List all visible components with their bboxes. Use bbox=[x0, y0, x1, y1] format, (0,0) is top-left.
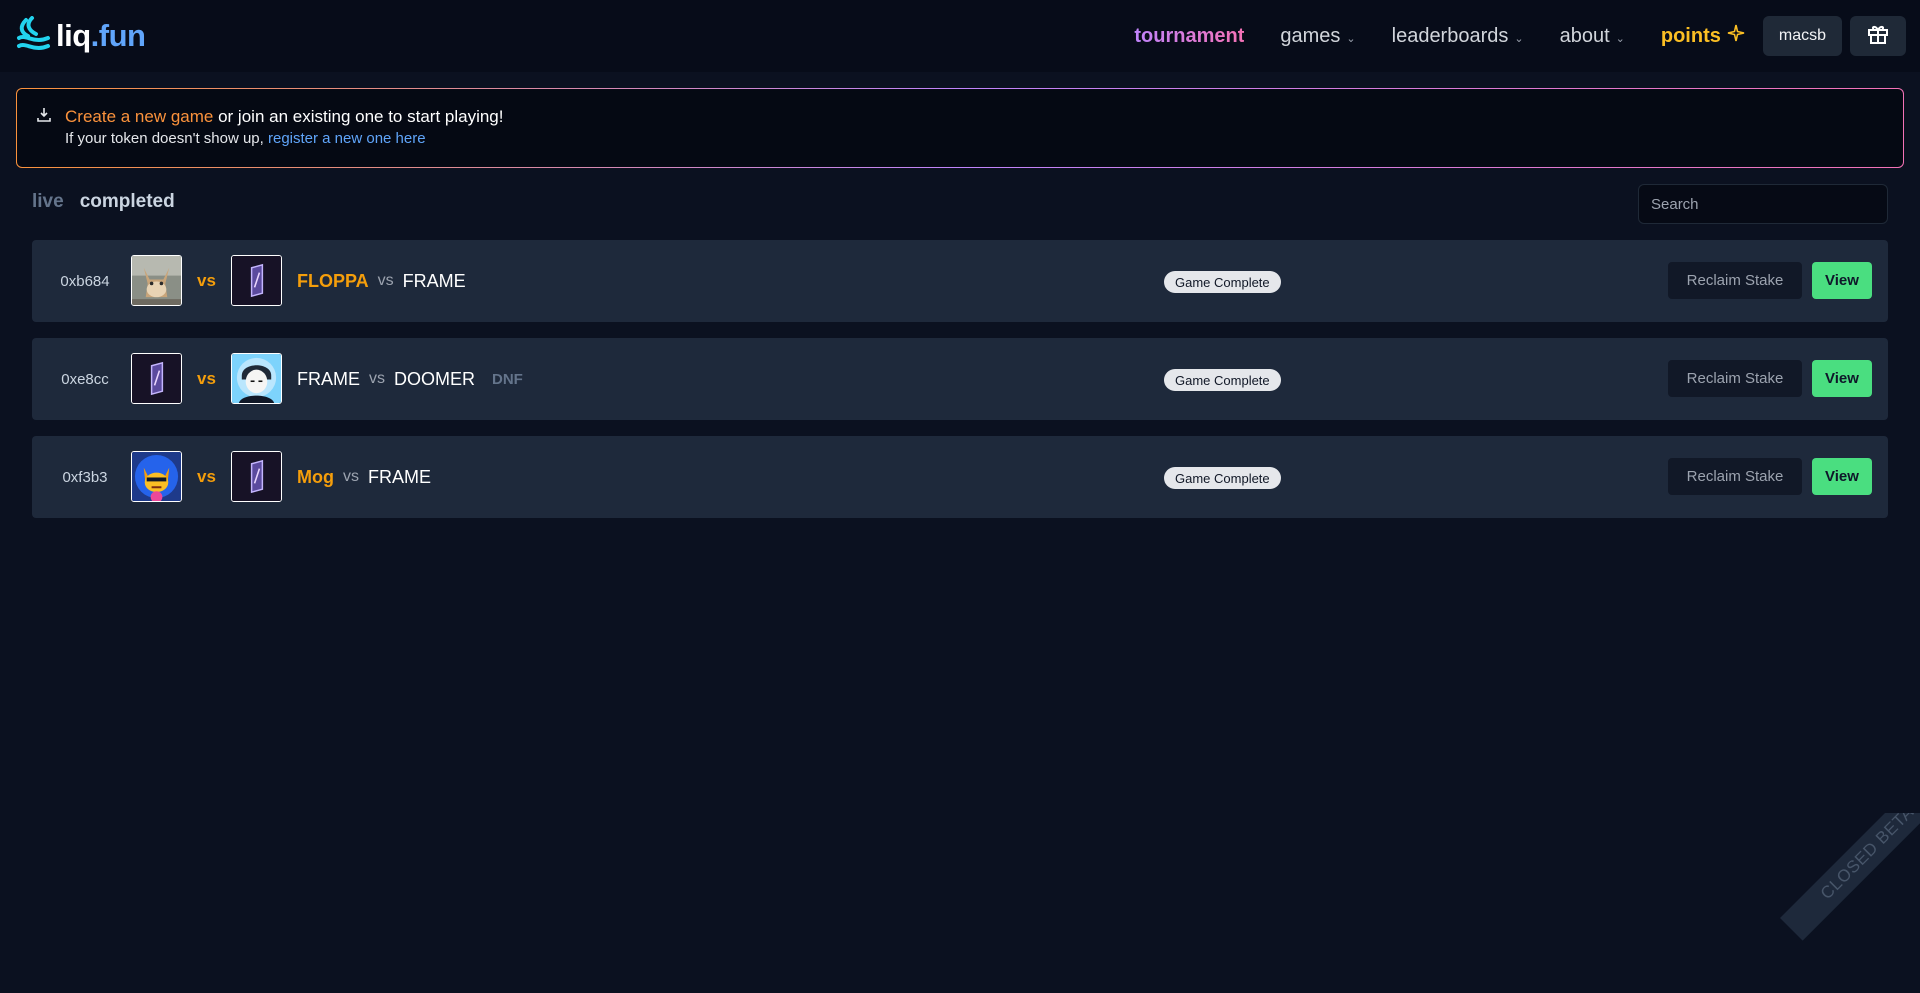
game-id: 0xb684 bbox=[60, 272, 110, 290]
versus-small-label: vs bbox=[377, 272, 394, 289]
gift-icon bbox=[1867, 23, 1889, 50]
search-input[interactable] bbox=[1638, 184, 1888, 224]
frame-avatar bbox=[231, 451, 282, 502]
game-id: 0xf3b3 bbox=[62, 468, 108, 486]
tab-live[interactable]: live bbox=[32, 191, 64, 213]
beta-ribbon: CLOSED BETA 0.0.2 bbox=[1780, 813, 1920, 941]
view-button[interactable]: View bbox=[1812, 360, 1872, 397]
sparkle-icon bbox=[1727, 24, 1745, 48]
versus-label: vs bbox=[197, 271, 216, 290]
wave-logo-icon bbox=[16, 16, 52, 56]
view-button[interactable]: View bbox=[1812, 458, 1872, 495]
status-badge: Game Complete bbox=[1164, 369, 1281, 391]
game-id: 0xe8cc bbox=[61, 370, 109, 388]
status-badge: Game Complete bbox=[1164, 467, 1281, 489]
player-1-name: FLOPPA bbox=[297, 270, 369, 291]
game-status-tabs: live completed bbox=[32, 191, 175, 213]
dnf-label: DNF bbox=[492, 370, 523, 388]
nav-points[interactable]: points bbox=[1661, 24, 1745, 48]
versus-label: vs bbox=[197, 369, 216, 388]
player-2-name: FRAME bbox=[402, 270, 466, 291]
info-banner: Create a new game or join an existing on… bbox=[16, 88, 1904, 168]
nav-tournament[interactable]: tournament bbox=[1134, 25, 1244, 48]
status-badge: Game Complete bbox=[1164, 271, 1281, 293]
nav-leaderboards-label: leaderboards bbox=[1391, 24, 1509, 47]
chevron-down-icon: ⌄ bbox=[1514, 32, 1524, 45]
versus-label: vs bbox=[197, 467, 216, 486]
banner-line-2-text: If your token doesn't show up, bbox=[65, 130, 268, 147]
nav-games-label: games bbox=[1280, 24, 1341, 47]
floppa-cat-avatar bbox=[131, 255, 182, 306]
reclaim-stake-button[interactable]: Reclaim Stake bbox=[1668, 262, 1802, 299]
brand-logo[interactable]: liq.fun bbox=[16, 16, 146, 56]
info-banner-inner: Create a new game or join an existing on… bbox=[17, 89, 1903, 167]
user-account-button[interactable]: macsb bbox=[1762, 16, 1842, 56]
nav-leaderboards[interactable]: leaderboards ⌄ bbox=[1392, 25, 1524, 48]
brand-name-part2: .fun bbox=[90, 18, 146, 53]
register-token-link[interactable]: register a new one here bbox=[268, 130, 426, 147]
matchup: FRAME vs DOOMER DNF bbox=[297, 338, 523, 420]
player-2-name: FRAME bbox=[367, 466, 431, 487]
brand-name-part1: liq bbox=[56, 18, 91, 53]
player-1-name: Mog bbox=[297, 466, 334, 487]
main-nav: tournament games ⌄ leaderboards ⌄ about … bbox=[1134, 16, 1906, 56]
banner-line-1-text: or join an existing one to start playing… bbox=[213, 107, 504, 126]
chevron-down-icon: ⌄ bbox=[1615, 32, 1625, 45]
game-row: 0xb684 vs FLOPPA vs FRAME Game Complete … bbox=[32, 240, 1888, 322]
gift-button[interactable] bbox=[1850, 16, 1906, 56]
matchup: Mog vs FRAME bbox=[297, 436, 431, 518]
versus-small-label: vs bbox=[369, 370, 385, 387]
nav-about[interactable]: about ⌄ bbox=[1560, 25, 1625, 48]
player-2-name: DOOMER bbox=[394, 368, 475, 389]
top-nav-bar: liq.fun tournament games ⌄ leaderboards … bbox=[0, 0, 1920, 72]
reclaim-stake-button[interactable]: Reclaim Stake bbox=[1668, 458, 1802, 495]
tab-completed[interactable]: completed bbox=[80, 191, 175, 213]
doomer-avatar bbox=[231, 353, 282, 404]
reclaim-stake-button[interactable]: Reclaim Stake bbox=[1668, 360, 1802, 397]
mog-cat-avatar bbox=[131, 451, 182, 502]
chevron-down-icon: ⌄ bbox=[1346, 32, 1356, 45]
frame-avatar bbox=[231, 255, 282, 306]
view-button[interactable]: View bbox=[1812, 262, 1872, 299]
banner-line-1: Create a new game or join an existing on… bbox=[65, 107, 504, 127]
nav-about-label: about bbox=[1559, 24, 1610, 47]
download-tray-icon bbox=[37, 107, 51, 128]
nav-games[interactable]: games ⌄ bbox=[1280, 25, 1355, 48]
game-row: 0xf3b3 vs Mog vs FRAME Game Complete Rec… bbox=[32, 436, 1888, 518]
beta-ribbon-container: CLOSED BETA 0.0.2 bbox=[1740, 813, 1920, 993]
frame-avatar bbox=[131, 353, 182, 404]
player-1-name: FRAME bbox=[297, 368, 360, 389]
create-game-link[interactable]: Create a new game bbox=[65, 107, 213, 126]
game-row: 0xe8cc vs FRAME vs DOOMER DNF Game Compl… bbox=[32, 338, 1888, 420]
versus-small-label: vs bbox=[342, 468, 359, 485]
nav-points-label: points bbox=[1660, 24, 1721, 47]
banner-line-2: If your token doesn't show up, register … bbox=[65, 130, 426, 147]
matchup: FLOPPA vs FRAME bbox=[297, 240, 466, 322]
brand-name: liq.fun bbox=[56, 18, 146, 54]
